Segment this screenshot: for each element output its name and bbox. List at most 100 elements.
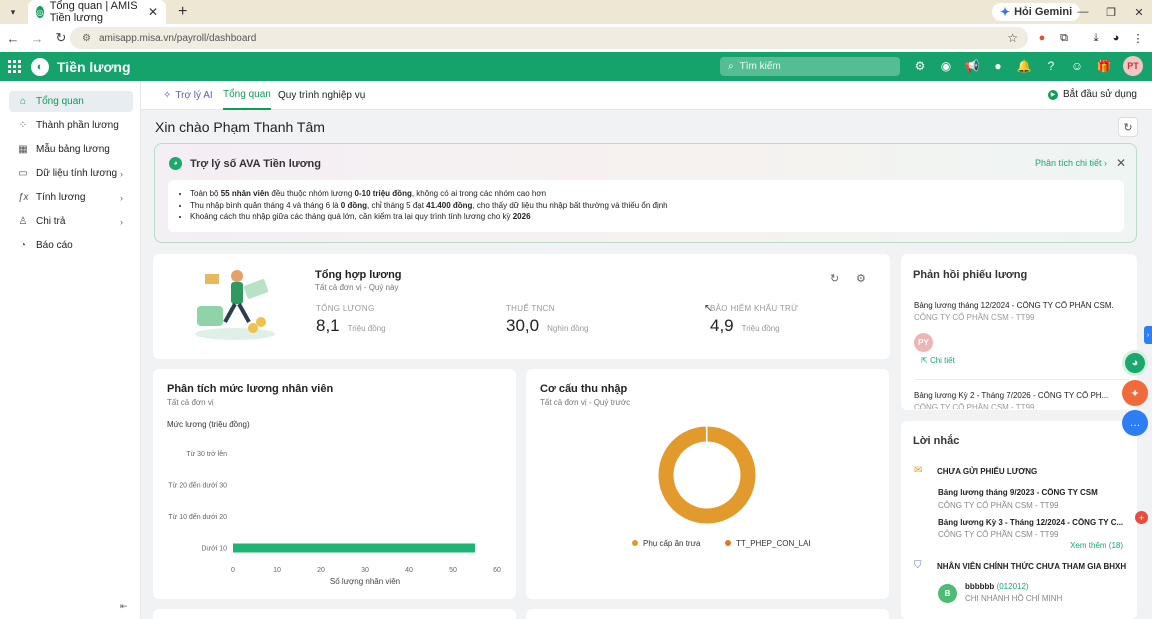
tab-close-icon[interactable]: ✕ <box>148 5 158 19</box>
x-tick-label: 30 <box>361 567 369 574</box>
components-icon: ⁘ <box>18 120 28 131</box>
payslip-feedback-card: Phản hồi phiếu lương Bảng lương tháng 12… <box>901 254 1137 410</box>
close-window-icon[interactable]: ✕ <box>1124 0 1152 24</box>
collapse-sidebar-icon[interactable]: ⇤ <box>120 601 128 612</box>
sidebar-item-label: Tính lương <box>36 192 86 203</box>
assistant-icon[interactable]: ◉ <box>939 59 953 73</box>
browser-menu-icon[interactable]: ⋮ <box>1130 30 1146 46</box>
t: , chỉ tháng 5 đạt <box>367 200 427 210</box>
refresh-icon[interactable]: ↻ <box>830 272 839 285</box>
tab-overview[interactable]: Tổng quan <box>223 81 271 110</box>
list-item-sub: CÔNG TY CỔ PHẦN CSM - TT99 <box>914 403 1035 409</box>
url-bar[interactable]: ⚙ amisapp.misa.vn/payroll/dashboard ☆ <box>70 27 1028 49</box>
settings-gear-icon[interactable]: ⚙ <box>913 59 927 73</box>
fx-icon: ƒx <box>18 192 29 203</box>
list-item-sub: CHI NHÁNH HỒ CHÍ MINH <box>965 594 1063 603</box>
x-tick-label: 0 <box>231 567 235 574</box>
settings-gear-icon[interactable]: ⚙ <box>856 272 866 285</box>
pie-slice[interactable] <box>705 425 708 443</box>
app-launcher-icon[interactable] <box>8 59 22 74</box>
tab-search-icon[interactable]: ▾ <box>0 0 26 24</box>
t: 0-10 triệu đồng <box>354 189 412 198</box>
metric-unit: Nghìn đồng <box>547 324 589 333</box>
employee-code: (012012) <box>996 582 1029 591</box>
link-label: Phân tích chi tiết <box>1034 158 1102 168</box>
page-title: Xin chào Phạm Thanh Tâm <box>155 119 325 135</box>
sidebar-item-reports[interactable]: ◔ Báo cáo <box>9 235 133 256</box>
extensions-puzzle-icon[interactable]: ⧉ <box>1056 30 1072 46</box>
back-icon[interactable]: ← <box>2 31 24 46</box>
sidebar-item-payroll-data[interactable]: ▭ Dữ liệu tính lương › <box>9 163 133 184</box>
bookmark-star-icon[interactable]: ☆ <box>1007 31 1018 45</box>
extension-record-icon[interactable]: ● <box>1034 30 1050 46</box>
search-input[interactable]: ⌕ Tìm kiếm <box>720 57 900 76</box>
sparkle-float-icon[interactable]: ✦ <box>1122 380 1148 406</box>
browser-tab-strip: ▾ ◎ Tổng quan | AMIS Tiền lương ✕ + <box>0 0 1152 24</box>
sidebar-item-payment[interactable]: ♙ Chi trả › <box>9 211 133 232</box>
chevron-right-icon: › <box>120 192 123 203</box>
metric-unit: Triệu đồng <box>347 324 386 333</box>
list-item[interactable]: Bảng lương tháng 12/2024 - CÔNG TY CỔ PH… <box>914 301 1129 310</box>
wallet-icon: ♙ <box>18 216 28 227</box>
metric-label: THUẾ TNCN <box>506 304 555 313</box>
bell-icon[interactable]: 🔔 <box>1017 59 1032 73</box>
legend-swatch <box>632 540 638 546</box>
x-tick-label: 40 <box>405 567 413 574</box>
sidebar-item-salary-components[interactable]: ⁘ Thành phần lương <box>9 115 133 136</box>
sidebar-item-label: Chi trả <box>36 216 66 227</box>
gift-icon[interactable]: 🎁 <box>1097 59 1112 73</box>
emoji-icon[interactable]: ☺ <box>1070 59 1084 73</box>
start-using-button[interactable]: ▶ Bắt đầu sử dụng <box>1048 89 1137 100</box>
address-toolbar: ← → ↻ ⚙ amisapp.misa.vn/payroll/dashboar… <box>0 24 1152 52</box>
y-tick-label: Từ 30 trở lên <box>186 450 227 458</box>
favicon-icon: ◎ <box>36 6 44 18</box>
gemini-button[interactable]: ✦ Hỏi Gemini <box>992 3 1081 21</box>
summary-subtitle: Tất cả đơn vị - Quý này <box>315 283 399 292</box>
detailed-analysis-link[interactable]: Phân tích chi tiết › <box>1035 158 1107 168</box>
minimize-icon[interactable]: — <box>1068 0 1098 24</box>
browser-tab[interactable]: ◎ Tổng quan | AMIS Tiền lương ✕ <box>28 0 166 24</box>
announcement-icon[interactable]: 📢 <box>965 59 980 73</box>
ava-insights: Toàn bộ 55 nhân viên đều thuộc nhóm lươn… <box>168 180 1124 232</box>
detail-label: Chi tiết <box>929 356 955 365</box>
user-avatar[interactable]: PT <box>1123 56 1143 76</box>
sidebar-item-overview[interactable]: ⌂ Tổng quan <box>9 91 133 112</box>
download-icon[interactable]: ⤓ <box>1088 30 1104 46</box>
list-item[interactable]: Bảng lương tháng 9/2023 - CÔNG TY CSM <box>938 488 1131 497</box>
sidebar-item-calculate[interactable]: ƒx Tính lương › <box>9 187 133 208</box>
expand-panel-icon[interactable]: › <box>1144 326 1152 344</box>
refresh-button[interactable]: ↻ <box>1118 117 1138 137</box>
chat-float-icon[interactable]: … <box>1122 410 1148 436</box>
app-logo-icon: ◐ <box>31 57 49 76</box>
sidebar-item-payroll-templates[interactable]: ▦ Mẫu bảng lương <box>9 139 133 160</box>
gemini-label: Hỏi Gemini <box>1014 6 1073 18</box>
see-more-link[interactable]: Xem thêm (18) <box>1070 541 1123 550</box>
y-axis-label: Mức lương (triệu đồng) <box>167 420 250 429</box>
add-float-icon[interactable]: + <box>1135 511 1148 524</box>
app-header: ◐ Tiền lương ⌕ Tìm kiếm ⚙ ◉ 📢 ● 🔔 ? ☺ 🎁 P… <box>0 52 1152 81</box>
card-title: Lời nhắc <box>913 435 960 447</box>
forward-icon[interactable]: → <box>26 31 48 46</box>
bar[interactable] <box>233 543 475 553</box>
profile-icon[interactable]: ◕ <box>1108 30 1124 46</box>
maximize-icon[interactable]: ❐ <box>1096 0 1126 24</box>
new-tab-icon[interactable]: + <box>178 3 187 21</box>
close-icon[interactable]: ✕ <box>1116 156 1126 170</box>
salary-analysis-card: Phân tích mức lương nhân viên Tất cả đơn… <box>153 369 516 599</box>
site-info-icon[interactable]: ⚙ <box>82 33 91 44</box>
reload-icon[interactable]: ↻ <box>50 30 72 46</box>
insight-item: Toàn bộ 55 nhân viên đều thuộc nhóm lươn… <box>190 188 1124 200</box>
ai-assistant-float-icon[interactable]: ◕ <box>1122 350 1148 376</box>
income-donut-chart: Phụ cấp ăn trưa TT_PHEP_CON_LAI <box>632 425 811 548</box>
employee-name[interactable]: bbbbbb (012012) <box>965 582 1152 591</box>
x-tick-label: 10 <box>273 567 281 574</box>
help-icon[interactable]: ? <box>1044 59 1058 73</box>
list-item[interactable]: Bảng lương Kỳ 3 - Tháng 12/2024 - CÔNG T… <box>938 518 1131 527</box>
chat-icon[interactable]: ● <box>991 59 1005 73</box>
tab-business-process[interactable]: Quy trình nghiệp vụ <box>278 81 365 110</box>
list-item[interactable]: Bảng lương Kỳ 2 - Tháng 7/2026 - CÔNG TY… <box>914 391 1129 400</box>
salary-summary-card: Tổng hợp lương Tất cả đơn vị - Quý này ↻… <box>153 254 890 359</box>
detail-link[interactable]: ⇱ Chi tiết <box>921 356 955 365</box>
tab-ai-assistant[interactable]: ✧ Trợ lý AI <box>163 81 213 110</box>
ava-title: Trợ lý số AVA Tiền lương <box>190 157 321 170</box>
